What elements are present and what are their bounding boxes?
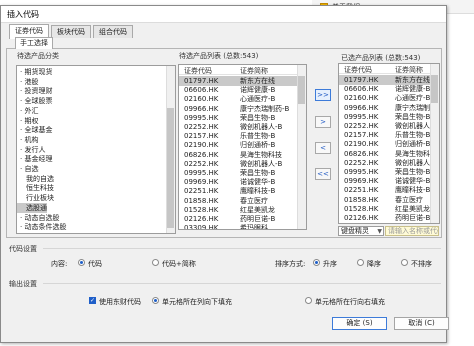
tree-item[interactable]: · 全球基金 — [17, 125, 52, 135]
code-settings-title: 代码设置 — [9, 245, 37, 253]
row-name: 药明巨诺-B — [395, 214, 431, 222]
search-input[interactable]: 请输入名称或代码 — [385, 226, 439, 236]
content-code-radio[interactable] — [78, 259, 85, 266]
add-selected-button[interactable]: > — [315, 116, 331, 128]
tree-item[interactable]: · 期货现货 — [17, 67, 52, 77]
tree-scroll-thumb[interactable] — [167, 108, 174, 228]
tree-item[interactable]: 行业板块 — [17, 193, 54, 203]
add-all-button[interactable]: >> — [315, 89, 331, 101]
tree-item[interactable]: · 全球股票 — [17, 96, 52, 106]
selected-list[interactable]: 证券代码 证券简称 01797.HK 新东方在线 06606.HK 诺辉健康-B 021… — [338, 63, 440, 224]
tree-item[interactable]: · 外汇 — [17, 106, 38, 116]
content-code-name-radio[interactable] — [152, 259, 159, 266]
remove-all-button[interactable]: << — [315, 168, 331, 180]
content-code-label[interactable]: 代码 — [88, 259, 102, 269]
use-oriental-code-label[interactable]: 使用东财代码 — [99, 297, 141, 307]
tree-item[interactable]: · 期权 — [17, 116, 38, 126]
tree-item[interactable]: · 基金经理 — [17, 154, 52, 164]
list-row[interactable]: 03309.HK 希玛眼科 — [179, 223, 306, 230]
chevron-down-icon: ▼ — [377, 228, 382, 235]
row-code: 03309.HK — [184, 224, 219, 230]
sort-asc-radio[interactable] — [313, 259, 320, 266]
selected-list-title: 已选产品列表 (总数:543) — [341, 54, 421, 62]
filter-mode-value: 键盘精灵 — [341, 227, 369, 235]
remove-selected-button[interactable]: < — [315, 142, 331, 154]
selected-list-header: 证券代码 证券简称 — [339, 64, 439, 74]
ok-button[interactable]: 确定 (S) — [332, 317, 387, 330]
tree-item[interactable]: · 港股 — [17, 77, 38, 87]
sort-desc-label[interactable]: 降序 — [367, 259, 381, 269]
dialog-titlebar: 插入代码 — [1, 6, 446, 23]
list-row[interactable]: 02126.HK 药明巨诺-B — [339, 213, 439, 223]
tree-item[interactable]: 恒生科技 — [17, 183, 54, 193]
candidate-list-header: 证券代码 证券简称 — [179, 65, 306, 75]
tree-item[interactable]: 我的自选 — [17, 174, 54, 184]
tab-portfolio-code[interactable]: 组合代码 — [93, 25, 133, 38]
content-code-name-label[interactable]: 代码+简称 — [162, 259, 196, 269]
tree-item[interactable]: · 机构 — [17, 135, 38, 145]
category-tree[interactable]: · 期货现货 · 港股 · 投资理财 · 全球股票 · 外汇 · 期权 · 全球基金 · 机构… — [16, 65, 176, 234]
tree-item[interactable]: 选股通 — [17, 202, 47, 213]
filter-mode-select[interactable]: 键盘精灵 ▼ — [338, 226, 384, 236]
fill-down-label[interactable]: 单元格所在列向下填充 — [162, 297, 232, 307]
selected-scroll-thumb[interactable] — [431, 75, 438, 103]
candidate-col-code[interactable]: 证券代码 — [184, 66, 212, 76]
sort-none-radio[interactable] — [401, 259, 408, 266]
tree-scrollbar[interactable] — [166, 66, 175, 233]
divider — [43, 283, 441, 284]
tree-item[interactable]: · 发行人 — [17, 145, 45, 155]
insert-code-dialog: 插入代码 证券代码 板块代码 组合代码 手工选择 待选产品分类 待选产品列表 (… — [0, 5, 449, 343]
fill-right-radio[interactable] — [305, 297, 312, 304]
selected-col-name[interactable]: 证券简称 — [395, 65, 423, 75]
cancel-button[interactable]: 取消 (C) — [394, 317, 449, 330]
candidate-scroll-thumb[interactable] — [298, 76, 305, 104]
sort-label: 排序方式: — [275, 260, 306, 268]
tree-item[interactable]: · 自选 — [17, 164, 38, 174]
use-oriental-code-checkbox[interactable]: ✓ — [89, 297, 96, 304]
candidate-list[interactable]: 证券代码 证券简称 01797.HK 新东方在线 06606.HK 诺辉健康-B 021… — [178, 64, 307, 230]
candidate-list-title: 待选产品列表 (总数:543) — [179, 52, 259, 60]
output-settings-title: 输出设置 — [9, 280, 37, 288]
subtab-manual-select[interactable]: 手工选择 — [15, 37, 53, 49]
category-panel-title: 待选产品分类 — [17, 52, 59, 60]
dialog-title: 插入代码 — [7, 10, 39, 19]
tree-item[interactable]: · 动态自选股 — [17, 213, 59, 223]
row-name: 希玛眼科 — [240, 224, 268, 230]
fill-right-label[interactable]: 单元格所在行向右填充 — [315, 297, 385, 307]
sort-desc-radio[interactable] — [357, 259, 364, 266]
selected-list-scrollbar[interactable] — [430, 64, 439, 223]
selected-col-code[interactable]: 证券代码 — [344, 65, 372, 75]
tab-sector-code[interactable]: 板块代码 — [51, 25, 91, 38]
tree-item[interactable]: · 投资理财 — [17, 86, 52, 96]
content-label: 内容: — [51, 260, 68, 268]
sort-none-label[interactable]: 不排序 — [411, 259, 432, 269]
sort-asc-label[interactable]: 升序 — [323, 259, 337, 269]
tree-item[interactable]: · 动态条件选股 — [17, 222, 66, 232]
candidate-col-name[interactable]: 证券简称 — [240, 66, 268, 76]
candidate-list-scrollbar[interactable] — [297, 65, 306, 229]
fill-down-radio[interactable] — [152, 297, 159, 304]
row-code: 02126.HK — [344, 214, 379, 222]
divider — [43, 248, 441, 249]
